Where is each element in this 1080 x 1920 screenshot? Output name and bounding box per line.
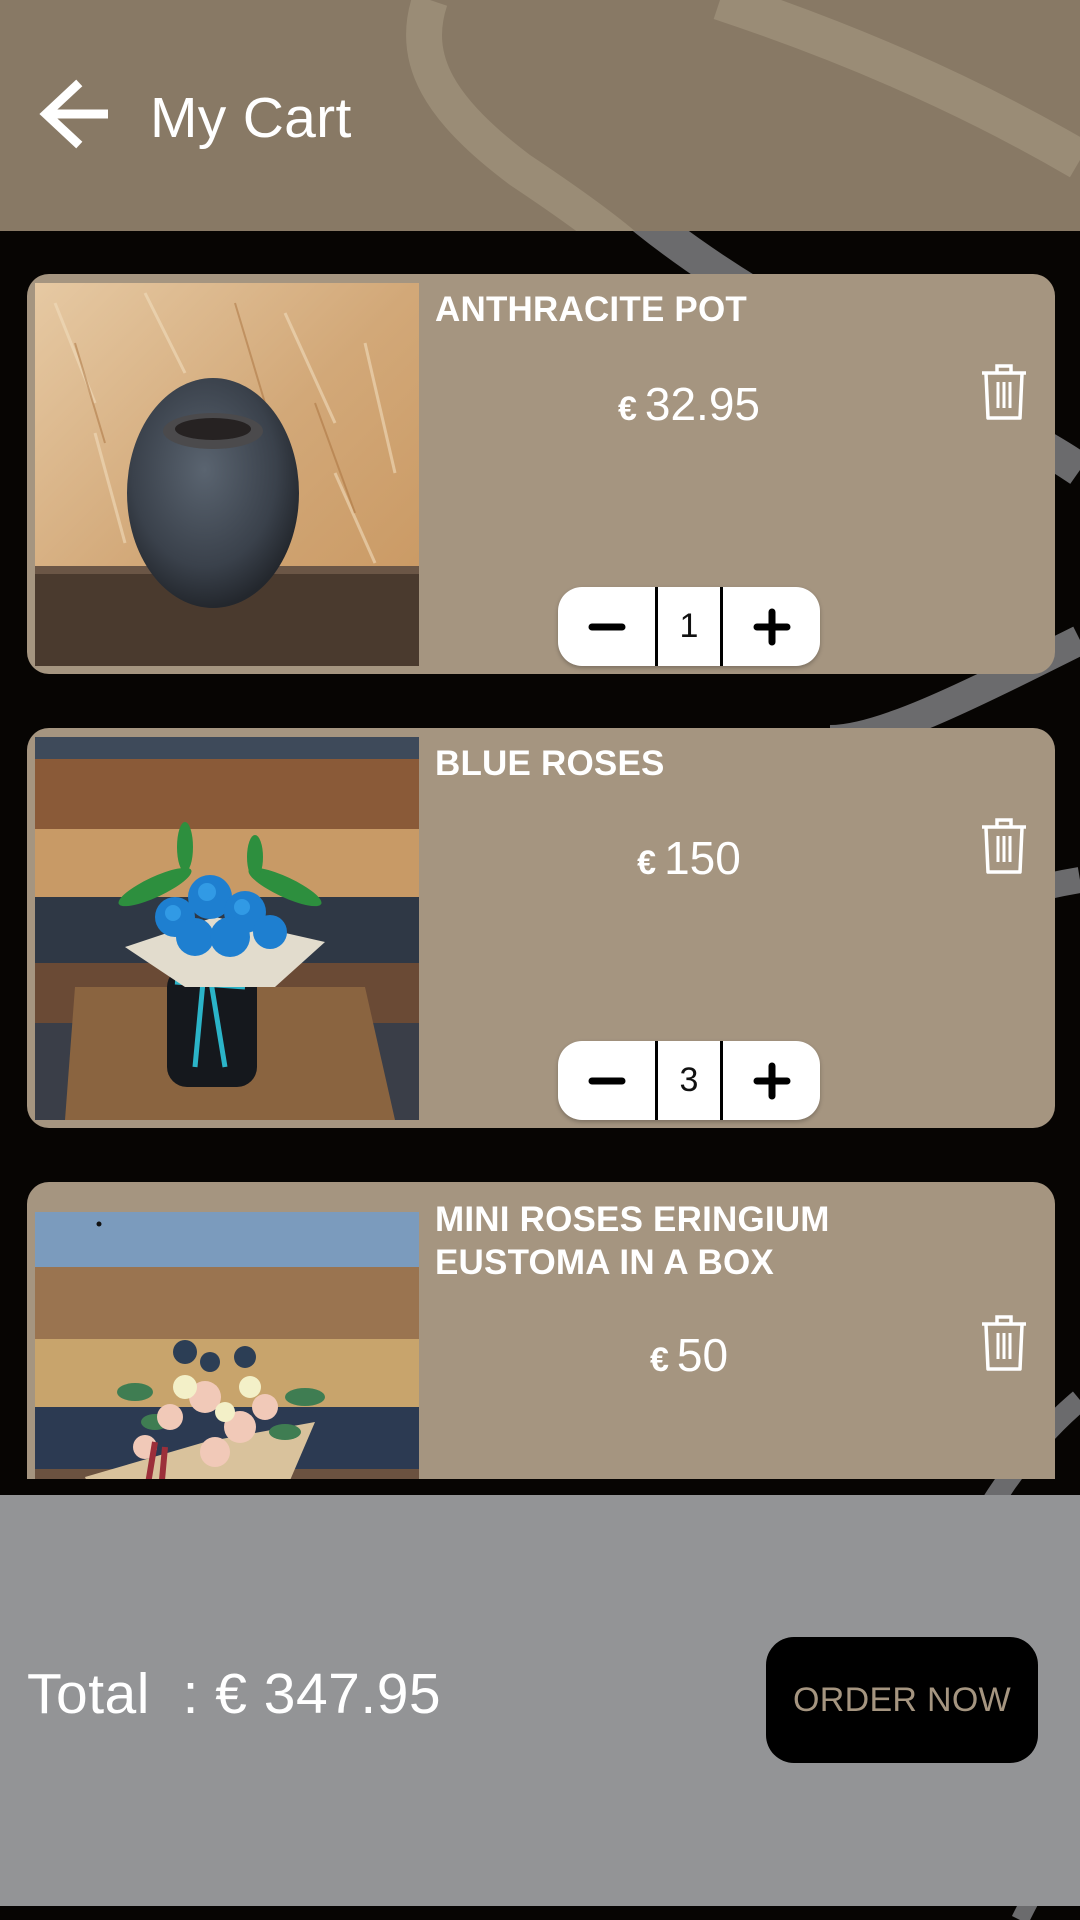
product-image-anthracite-pot[interactable]: [35, 283, 419, 666]
back-button[interactable]: [38, 78, 112, 150]
arrow-left-icon: [39, 79, 108, 149]
product-price: €150: [418, 830, 960, 891]
plus-icon: [753, 608, 790, 645]
page-title: My Cart: [150, 86, 352, 150]
trash-icon: [982, 818, 1026, 874]
delete-item-button[interactable]: [980, 816, 1028, 876]
quantity-value: 3: [655, 1041, 723, 1120]
delete-item-button[interactable]: [980, 1313, 1028, 1373]
currency-symbol: €: [649, 1341, 669, 1379]
quantity-stepper: 1: [558, 587, 820, 666]
currency-symbol: €: [617, 390, 637, 428]
blue-roses-photo: [35, 737, 419, 1120]
cart-list[interactable]: ANTHRACITE POT €32.95 1 BLUE ROSES € 150…: [0, 231, 1080, 1479]
cart-item: MINI ROSES ERINGIUM EUSTOMA IN A BOX €50: [27, 1182, 1055, 1479]
product-image-blue-roses[interactable]: [35, 737, 419, 1120]
product-name: ANTHRACITE POT: [435, 290, 747, 329]
order-now-button[interactable]: ORDER NOW: [766, 1637, 1038, 1763]
mini-roses-box-photo: [35, 1212, 419, 1479]
cart-total: Total : € 347.95: [27, 1662, 442, 1726]
increment-button[interactable]: [723, 1041, 820, 1120]
minus-icon: [588, 623, 625, 630]
quantity-stepper: 3: [558, 1041, 820, 1120]
app-header: My Cart: [0, 0, 1080, 231]
product-price: €50: [418, 1327, 960, 1388]
trash-icon: [982, 1315, 1026, 1371]
quantity-value: 1: [655, 587, 723, 666]
anthracite-pot-photo: [35, 283, 419, 666]
price-value: 32.95: [644, 378, 761, 430]
trash-icon: [982, 364, 1026, 420]
product-name: BLUE ROSES: [435, 744, 665, 783]
delete-item-button[interactable]: [980, 362, 1028, 422]
price-value: 150: [664, 832, 741, 884]
decrement-button[interactable]: [558, 1041, 655, 1120]
product-price: €32.95: [418, 376, 960, 437]
product-name: MINI ROSES ERINGIUM EUSTOMA IN A BOX: [435, 1200, 830, 1282]
price-value: 50: [676, 1329, 729, 1381]
currency-symbol: €: [637, 844, 657, 882]
plus-icon: [753, 1062, 790, 1099]
decrement-button[interactable]: [558, 587, 655, 666]
minus-icon: [588, 1077, 625, 1084]
checkout-bar: Total : € 347.95 ORDER NOW: [0, 1495, 1080, 1906]
product-image-mini-roses-box[interactable]: [35, 1212, 419, 1479]
increment-button[interactable]: [723, 587, 820, 666]
cart-item: BLUE ROSES €150 3: [27, 728, 1055, 1128]
cart-item: ANTHRACITE POT €32.95 1: [27, 274, 1055, 674]
